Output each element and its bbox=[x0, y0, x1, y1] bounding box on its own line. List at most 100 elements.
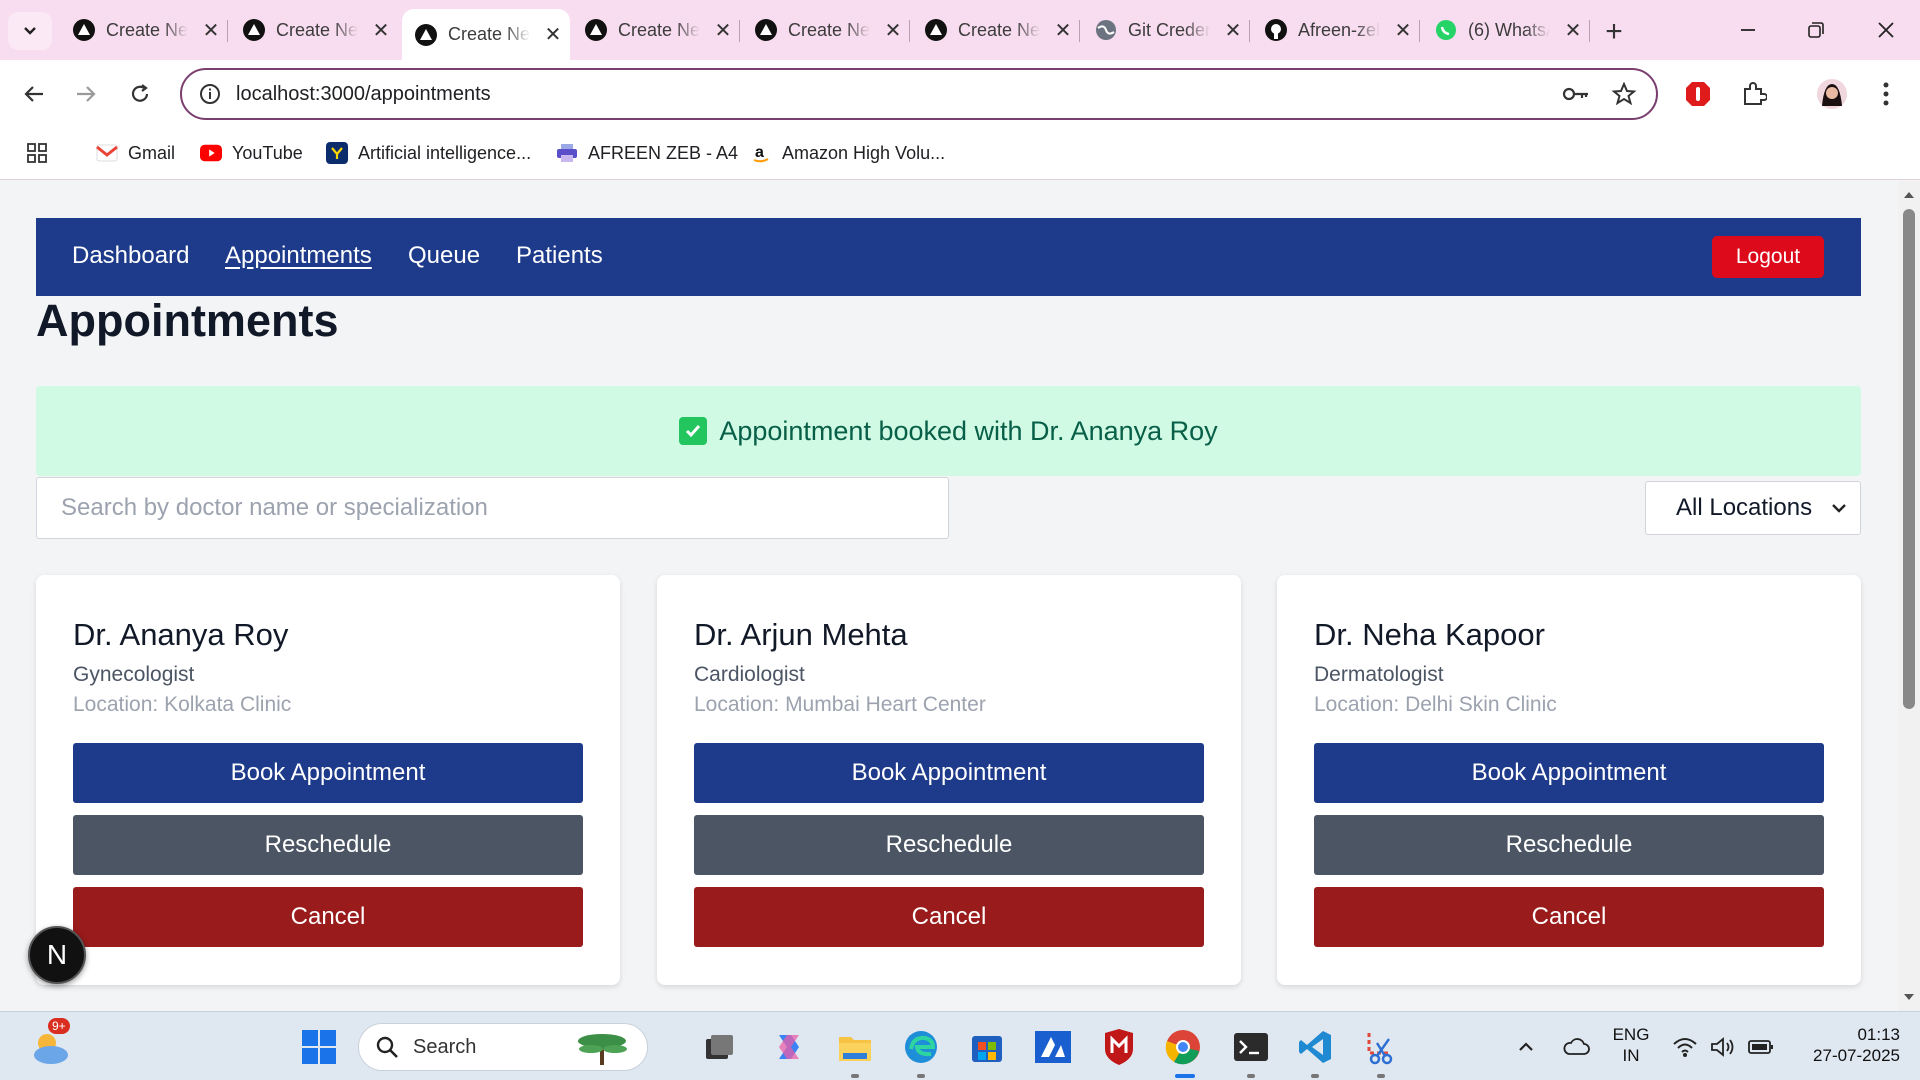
taskbar-app-explorer[interactable] bbox=[834, 1026, 876, 1068]
scroll-up-icon[interactable] bbox=[1903, 189, 1915, 201]
browser-tab[interactable]: (6) WhatsApp ✕ bbox=[1422, 9, 1590, 51]
cancel-button[interactable]: Cancel bbox=[694, 887, 1204, 947]
scroll-down-icon[interactable] bbox=[1903, 991, 1915, 1003]
doctor-search-input[interactable] bbox=[36, 477, 949, 539]
browser-menu-button[interactable] bbox=[1866, 74, 1906, 114]
book-appointment-button[interactable]: Book Appointment bbox=[1314, 743, 1824, 803]
browser-tab[interactable]: Create Next App ✕ bbox=[230, 9, 398, 51]
close-icon[interactable]: ✕ bbox=[882, 19, 904, 42]
close-icon[interactable]: ✕ bbox=[1052, 19, 1074, 42]
new-tab-button[interactable]: + bbox=[1596, 14, 1632, 50]
tab-divider bbox=[1419, 20, 1420, 42]
triangle-icon bbox=[72, 18, 96, 42]
avatar-icon bbox=[1817, 79, 1847, 109]
reschedule-button[interactable]: Reschedule bbox=[694, 815, 1204, 875]
browser-tab[interactable]: Create Next App ✕ bbox=[912, 9, 1080, 51]
running-indicator bbox=[1311, 1074, 1319, 1078]
task-view-icon bbox=[706, 1035, 733, 1059]
reschedule-button[interactable]: Reschedule bbox=[1314, 815, 1824, 875]
browser-tab[interactable]: Afreen-zeb ✕ bbox=[1252, 9, 1420, 51]
nav-dashboard[interactable]: Dashboard bbox=[72, 242, 189, 270]
browser-tab-active[interactable]: Create Next App ✕ bbox=[402, 9, 570, 60]
svg-text:a: a bbox=[755, 144, 764, 161]
extension-adblock-button[interactable] bbox=[1678, 74, 1718, 114]
weather-widget[interactable]: 9+ bbox=[26, 1018, 76, 1072]
battery-icon bbox=[1748, 1040, 1773, 1054]
back-button[interactable] bbox=[14, 74, 54, 114]
reload-button[interactable] bbox=[120, 74, 160, 114]
nav-queue[interactable]: Queue bbox=[408, 242, 480, 270]
bookmark-afreen-zeb[interactable]: AFREEN ZEB - A4 bbox=[556, 138, 738, 168]
cancel-button[interactable]: Cancel bbox=[1314, 887, 1824, 947]
close-icon[interactable]: ✕ bbox=[1392, 19, 1414, 42]
browser-tab[interactable]: Create Next App ✕ bbox=[572, 9, 740, 51]
taskbar-app-snipping[interactable] bbox=[1360, 1026, 1402, 1068]
doctor-location: Location: Delhi Skin Clinic bbox=[1314, 693, 1557, 716]
extensions-button[interactable] bbox=[1734, 74, 1774, 114]
volume-tray[interactable] bbox=[1706, 1026, 1740, 1068]
nextjs-dev-indicator[interactable]: N bbox=[28, 926, 86, 984]
bookmark-ai-course[interactable]: Artificial intelligence... bbox=[326, 138, 531, 168]
forward-button[interactable] bbox=[66, 74, 106, 114]
close-icon[interactable]: ✕ bbox=[542, 24, 564, 46]
clock[interactable]: 01:13 27-07-2025 bbox=[1790, 1024, 1900, 1066]
apps-button[interactable] bbox=[26, 138, 48, 168]
edge-icon bbox=[905, 1031, 937, 1063]
book-appointment-button[interactable]: Book Appointment bbox=[694, 743, 1204, 803]
browser-tab[interactable]: Git Credential ✕ bbox=[1082, 9, 1250, 51]
taskbar-app-mcafee[interactable] bbox=[1098, 1026, 1140, 1068]
battery-tray[interactable] bbox=[1744, 1026, 1778, 1068]
wifi-tray[interactable] bbox=[1668, 1026, 1702, 1068]
active-app-indicator bbox=[1175, 1074, 1195, 1078]
close-icon[interactable]: ✕ bbox=[200, 19, 222, 42]
tab-search-button[interactable] bbox=[8, 12, 52, 50]
browser-tab[interactable]: Create Next App ✕ bbox=[60, 9, 228, 51]
minimize-button[interactable] bbox=[1720, 10, 1776, 50]
cancel-button[interactable]: Cancel bbox=[73, 887, 583, 947]
browser-tab[interactable]: Create Next App ✕ bbox=[742, 9, 910, 51]
taskbar-app-vscode[interactable] bbox=[1294, 1026, 1336, 1068]
page-scrollbar[interactable] bbox=[1898, 181, 1920, 1011]
taskbar-search[interactable]: Search bbox=[358, 1023, 648, 1071]
taskbar-app-store[interactable] bbox=[966, 1026, 1008, 1068]
address-bar[interactable]: localhost:3000/appointments bbox=[180, 68, 1658, 120]
taskbar-app-chrome[interactable] bbox=[1162, 1026, 1204, 1068]
taskbar-app-taskview[interactable] bbox=[698, 1026, 740, 1068]
close-icon[interactable]: ✕ bbox=[712, 19, 734, 42]
taskbar-app-terminal[interactable] bbox=[1230, 1026, 1272, 1068]
password-key-button[interactable] bbox=[1556, 74, 1596, 114]
logout-button[interactable]: Logout bbox=[1712, 236, 1824, 278]
nav-patients[interactable]: Patients bbox=[516, 242, 603, 270]
taskbar-app-copilot[interactable] bbox=[768, 1026, 810, 1068]
taskbar-app-edge[interactable] bbox=[900, 1026, 942, 1068]
close-icon[interactable]: ✕ bbox=[1562, 19, 1584, 42]
reschedule-button[interactable]: Reschedule bbox=[73, 815, 583, 875]
bookmark-label: Artificial intelligence... bbox=[358, 142, 532, 163]
app-navbar: Dashboard Appointments Queue Patients Lo… bbox=[36, 218, 1861, 296]
scrollbar-thumb[interactable] bbox=[1903, 209, 1915, 709]
tab-title: Create Next App bbox=[448, 24, 530, 44]
bookmark-youtube[interactable]: YouTube bbox=[200, 138, 303, 168]
running-indicator bbox=[917, 1074, 925, 1078]
site-info-icon[interactable] bbox=[198, 82, 222, 106]
bookmark-gmail[interactable]: Gmail bbox=[96, 138, 175, 168]
store-icon bbox=[972, 1036, 1002, 1062]
nav-appointments[interactable]: Appointments bbox=[225, 242, 372, 270]
globe-icon bbox=[1094, 18, 1118, 42]
location-select[interactable]: All Locations bbox=[1645, 481, 1861, 535]
close-icon[interactable]: ✕ bbox=[1222, 19, 1244, 42]
close-window-button[interactable] bbox=[1858, 10, 1914, 50]
bookmark-star-button[interactable] bbox=[1604, 74, 1644, 114]
taskbar-app-azure[interactable] bbox=[1032, 1026, 1074, 1068]
restore-button[interactable] bbox=[1788, 10, 1844, 50]
close-icon[interactable]: ✕ bbox=[370, 19, 392, 42]
show-hidden-icons-button[interactable] bbox=[1506, 1026, 1546, 1068]
url-text[interactable]: localhost:3000/appointments bbox=[236, 83, 491, 106]
start-button[interactable] bbox=[298, 1026, 340, 1068]
profile-avatar[interactable] bbox=[1812, 74, 1852, 114]
bookmark-amazon[interactable]: a Amazon High Volu... bbox=[750, 138, 945, 168]
book-appointment-button[interactable]: Book Appointment bbox=[73, 743, 583, 803]
onedrive-tray[interactable] bbox=[1556, 1026, 1596, 1068]
tab-divider bbox=[227, 20, 228, 42]
language-indicator[interactable]: ENG IN bbox=[1612, 1024, 1650, 1066]
